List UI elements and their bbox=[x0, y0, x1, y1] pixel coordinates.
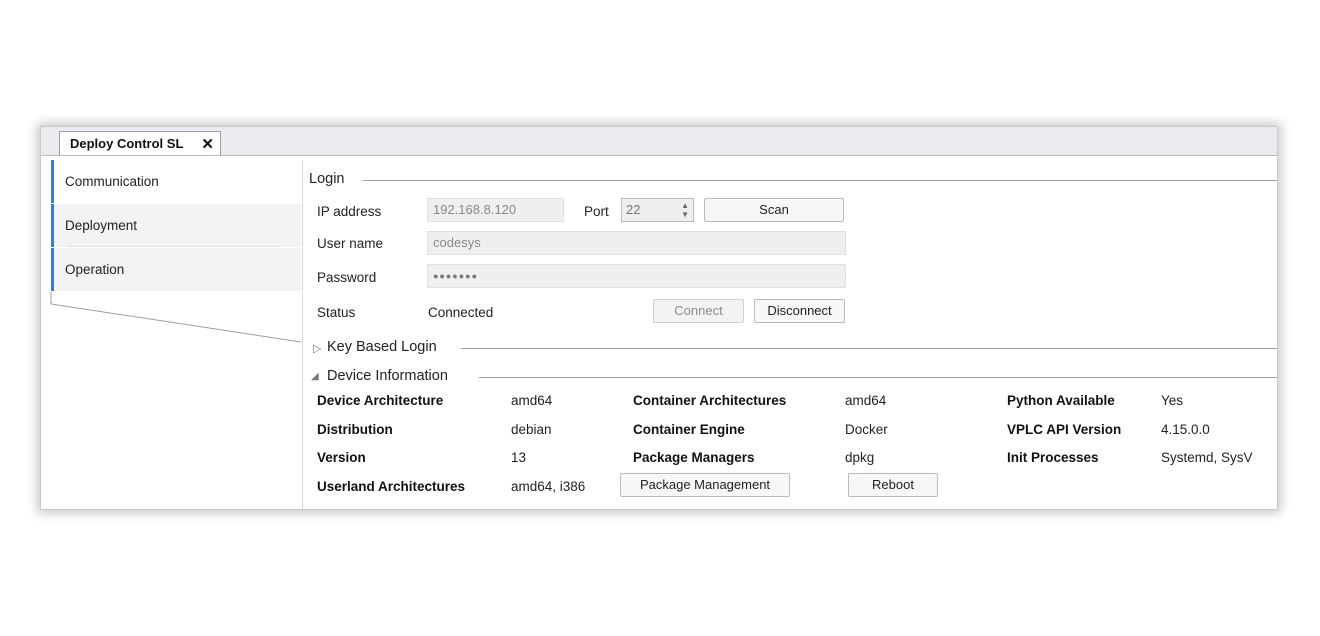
init-processes-value: Systemd, SysV bbox=[1161, 450, 1253, 465]
package-management-button[interactable]: Package Management bbox=[620, 473, 790, 497]
divider bbox=[479, 377, 1277, 378]
login-group-title: Login bbox=[309, 171, 345, 187]
sidebar-item-label: Communication bbox=[65, 174, 159, 189]
sidebar-item-label: Operation bbox=[65, 262, 125, 277]
distribution-value: debian bbox=[511, 422, 552, 437]
container-architectures-value: amd64 bbox=[845, 393, 887, 408]
sidebar-item-operation[interactable]: Operation bbox=[51, 248, 301, 291]
document-tab-strip: Deploy Control SL ✕ bbox=[41, 127, 1277, 156]
sidebar-tab-shape bbox=[50, 292, 302, 343]
status-value: Connected bbox=[428, 305, 494, 320]
status-label: Status bbox=[317, 305, 356, 320]
reboot-button[interactable]: Reboot bbox=[848, 473, 938, 497]
init-processes-label: Init Processes bbox=[1007, 450, 1099, 465]
password-label: Password bbox=[317, 270, 377, 285]
userland-architectures-value: amd64, i386 bbox=[511, 479, 586, 494]
connect-button[interactable]: Connect bbox=[653, 299, 744, 323]
ip-address-field[interactable]: 192.168.8.120 bbox=[427, 198, 564, 222]
port-label: Port bbox=[584, 204, 609, 219]
close-icon[interactable]: ✕ bbox=[201, 135, 214, 153]
key-based-login-title[interactable]: Key Based Login bbox=[327, 339, 437, 355]
sidebar-item-communication[interactable]: Communication bbox=[51, 160, 301, 203]
distribution-label: Distribution bbox=[317, 422, 393, 437]
version-value: 13 bbox=[511, 450, 527, 465]
collapsed-triangle-icon[interactable]: ▷ bbox=[313, 342, 321, 355]
python-available-value: Yes bbox=[1161, 393, 1184, 408]
package-managers-value: dpkg bbox=[845, 450, 875, 465]
deploy-control-tab-title: Deploy Control SL bbox=[70, 136, 184, 151]
device-architecture-label: Device Architecture bbox=[317, 393, 444, 408]
password-field[interactable]: ●●●●●●● bbox=[427, 264, 846, 288]
sidebar-item-label: Deployment bbox=[65, 218, 138, 233]
spinner-arrows-icon[interactable]: ▲ ▼ bbox=[681, 201, 689, 219]
sidebar-item-deployment[interactable]: Deployment bbox=[51, 204, 301, 247]
user-name-field[interactable]: codesys bbox=[427, 231, 846, 255]
sidebar: Communication Deployment Operation bbox=[41, 160, 303, 509]
divider bbox=[68, 246, 281, 247]
userland-architectures-label: Userland Architectures bbox=[317, 479, 466, 494]
expanded-triangle-icon[interactable]: ◢ bbox=[311, 371, 319, 382]
vplc-api-version-value: 4.15.0.0 bbox=[1161, 422, 1210, 437]
disconnect-button[interactable]: Disconnect bbox=[754, 299, 845, 323]
vplc-api-version-label: VPLC API Version bbox=[1007, 422, 1122, 437]
device-architecture-value: amd64 bbox=[511, 393, 553, 408]
version-label: Version bbox=[317, 450, 366, 465]
divider bbox=[461, 348, 1277, 349]
scan-button[interactable]: Scan bbox=[704, 198, 844, 222]
port-stepper[interactable]: 22 ▲ ▼ bbox=[621, 198, 694, 222]
communication-panel: Login IP address 192.168.8.120 Port 22 ▲… bbox=[303, 160, 1277, 509]
device-information-title[interactable]: Device Information bbox=[327, 368, 448, 384]
container-architectures-label: Container Architectures bbox=[633, 393, 787, 408]
package-managers-label: Package Managers bbox=[633, 450, 755, 465]
deploy-control-window: Deploy Control SL ✕ Communication Deploy… bbox=[40, 126, 1278, 510]
divider bbox=[363, 180, 1277, 181]
port-value: 22 bbox=[626, 202, 641, 217]
python-available-label: Python Available bbox=[1007, 393, 1115, 408]
container-engine-value: Docker bbox=[845, 422, 888, 437]
user-name-label: User name bbox=[317, 236, 384, 251]
deploy-control-tab[interactable]: Deploy Control SL ✕ bbox=[59, 131, 221, 155]
container-engine-label: Container Engine bbox=[633, 422, 745, 437]
ip-address-label: IP address bbox=[317, 204, 382, 219]
